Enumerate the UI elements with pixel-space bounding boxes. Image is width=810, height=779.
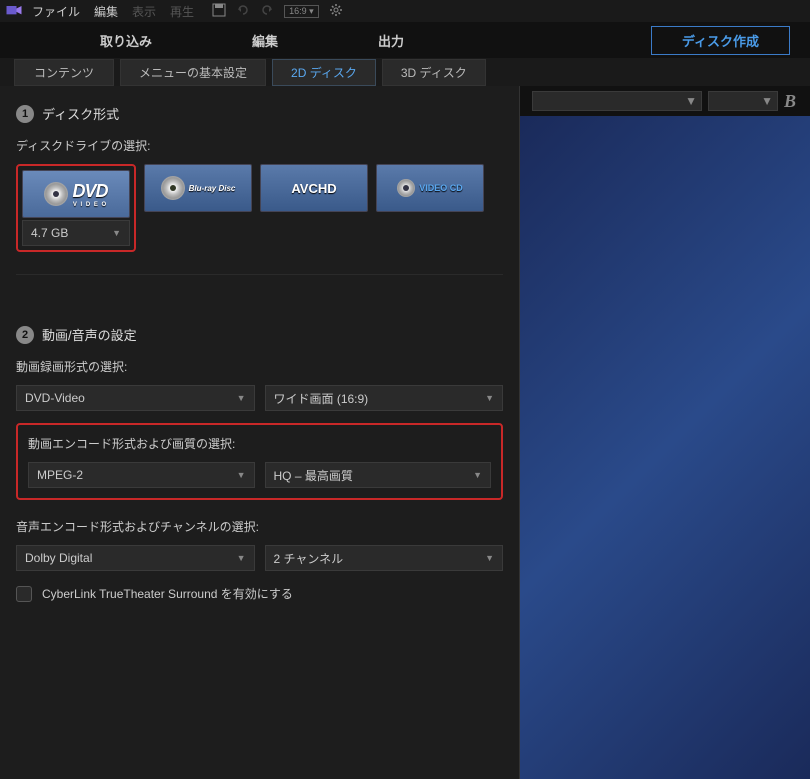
quality-value: HQ – 最高画質 [274,467,353,484]
section1-head: 1 ディスク形式 [16,104,503,123]
menu-view: 表示 [132,3,156,20]
dvd-label: DVD [72,181,107,201]
video-format-dropdown[interactable]: DVD-Video ▼ [16,385,255,411]
section1-num: 1 [16,105,34,123]
menubar: ファイル 編集 表示 再生 16:9 ▾ [0,0,810,22]
major-tabbar: 取り込み 編集 出力 ディスク作成 [0,22,810,58]
section2-title: 動画/音声の設定 [42,325,137,344]
channels-dropdown[interactable]: 2 チャンネル ▼ [265,545,504,571]
save-icon[interactable] [212,3,226,20]
vcd-label: VIDEO CD [419,183,463,193]
capacity-dropdown[interactable]: 4.7 GB ▼ [22,220,130,246]
bold-icon[interactable]: B [784,91,802,112]
drive-select-label: ディスクドライブの選択: [16,137,503,154]
toolbar-icons: 16:9 ▾ [212,3,343,20]
subtab-2d-disc[interactable]: 2D ディスク [272,59,376,86]
bluray-label: Blu-ray Disc [189,184,236,193]
preview-toolbar: ▼ ▼ B [520,86,810,116]
settings-panel: 1 ディスク形式 ディスクドライブの選択: DVD V I D E O 4.7 … [0,86,520,779]
chevron-down-icon: ▼ [237,470,246,480]
tab-edit[interactable]: 編集 [252,31,278,50]
chevron-down-icon: ▼ [685,94,697,108]
drive-row: DVD V I D E O 4.7 GB ▼ Blu-ray Disc AVCH… [16,164,503,252]
undo-icon [236,3,250,20]
codec-value: MPEG-2 [37,468,83,482]
channels-value: 2 チャンネル [274,550,344,567]
subtab-contents[interactable]: コンテンツ [14,59,114,86]
preview-canvas[interactable] [520,116,810,779]
divider [16,274,503,275]
audio-label: 音声エンコード形式およびチャンネルの選択: [16,518,503,535]
disc-icon [44,182,68,206]
surround-checkbox[interactable] [16,586,32,602]
subtab-menu-settings[interactable]: メニューの基本設定 [120,59,266,86]
section2-head: 2 動画/音声の設定 [16,325,503,344]
tab-output[interactable]: 出力 [378,31,404,50]
tab-create-disc[interactable]: ディスク作成 [651,26,790,55]
codec-dropdown[interactable]: MPEG-2 ▼ [28,462,255,488]
audio-codec-value: Dolby Digital [25,551,92,565]
menu-items: ファイル 編集 表示 再生 [32,3,194,20]
chevron-down-icon: ▼ [237,393,246,403]
surround-label: CyberLink TrueTheater Surround を有効にする [42,585,293,602]
aspect-value: ワイド画面 (16:9) [274,390,369,407]
drive-dvd[interactable]: DVD V I D E O [22,170,130,218]
font-family-dropdown[interactable]: ▼ [532,91,702,111]
tab-import[interactable]: 取り込み [100,31,152,50]
video-format-value: DVD-Video [25,391,85,405]
app-icon [4,2,24,20]
disc-icon [397,179,415,197]
redo-icon [260,3,274,20]
gear-icon[interactable] [329,3,343,20]
chevron-down-icon: ▼ [112,228,121,238]
drive-bluray[interactable]: Blu-ray Disc [144,164,252,212]
encode-highlight-box: 動画エンコード形式および画質の選択: MPEG-2 ▼ HQ – 最高画質 ▼ [16,423,503,500]
dvd-sublabel: V I D E O [72,202,107,208]
avchd-label: AVCHD [291,181,336,196]
section2-num: 2 [16,326,34,344]
disc-icon [161,176,185,200]
chevron-down-icon: ▼ [761,94,773,108]
subtab-3d-disc[interactable]: 3D ディスク [382,59,486,86]
font-size-dropdown[interactable]: ▼ [708,91,778,111]
encode-label: 動画エンコード形式および画質の選択: [28,435,491,452]
chevron-down-icon: ▼ [485,393,494,403]
capacity-value: 4.7 GB [31,226,68,240]
audio-codec-dropdown[interactable]: Dolby Digital ▼ [16,545,255,571]
drive-vcd[interactable]: VIDEO CD [376,164,484,212]
drive-avchd[interactable]: AVCHD [260,164,368,212]
quality-dropdown[interactable]: HQ – 最高画質 ▼ [265,462,492,488]
dvd-selected-box: DVD V I D E O 4.7 GB ▼ [16,164,136,252]
aspect-dropdown[interactable]: ワイド画面 (16:9) ▼ [265,385,504,411]
video-format-label: 動画録画形式の選択: [16,358,503,375]
section1-title: ディスク形式 [42,104,119,123]
menu-play: 再生 [170,3,194,20]
chevron-down-icon: ▼ [473,470,482,480]
disc-subtabs: コンテンツ メニューの基本設定 2D ディスク 3D ディスク [0,58,810,86]
chevron-down-icon: ▼ [237,553,246,563]
menu-edit[interactable]: 編集 [94,3,118,20]
chevron-down-icon: ▼ [485,553,494,563]
menu-file[interactable]: ファイル [32,3,80,20]
aspect-indicator[interactable]: 16:9 ▾ [284,5,319,18]
preview-panel: ▼ ▼ B [520,86,810,779]
